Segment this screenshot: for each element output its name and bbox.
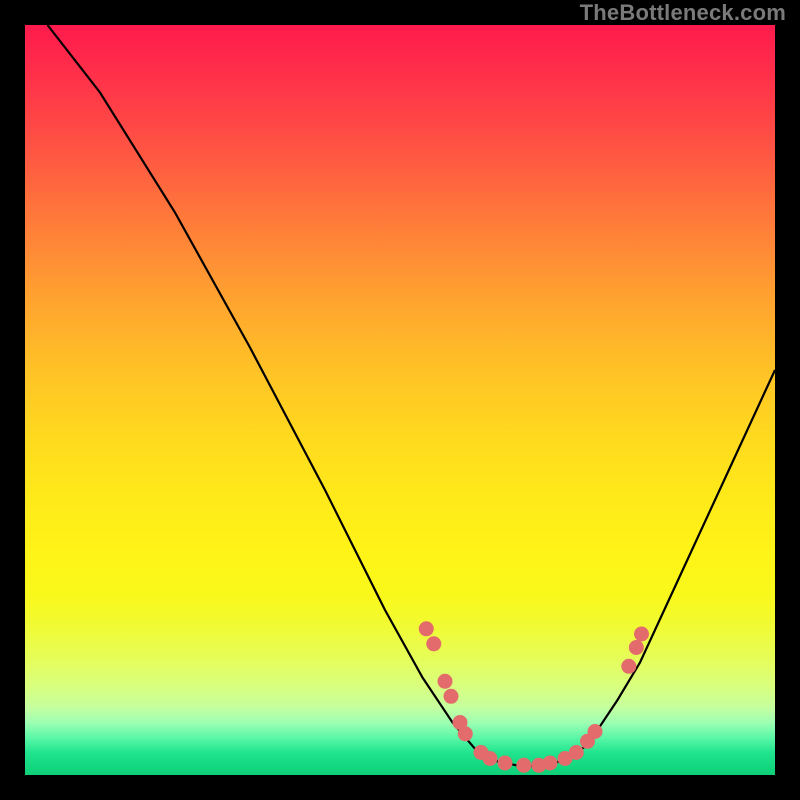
- data-marker: [629, 640, 644, 655]
- data-marker: [543, 756, 558, 771]
- data-marker: [426, 636, 441, 651]
- data-marker: [483, 751, 498, 766]
- watermark-text: TheBottleneck.com: [580, 0, 786, 26]
- data-markers: [419, 621, 649, 773]
- data-marker: [419, 621, 434, 636]
- chart-frame: TheBottleneck.com: [0, 0, 800, 800]
- plot-area: [25, 25, 775, 775]
- data-marker: [444, 689, 459, 704]
- data-marker: [498, 756, 513, 771]
- bottleneck-curve: [48, 25, 776, 766]
- data-marker: [621, 659, 636, 674]
- data-marker: [588, 724, 603, 739]
- data-marker: [458, 726, 473, 741]
- data-marker: [516, 758, 531, 773]
- data-marker: [634, 627, 649, 642]
- chart-svg: [25, 25, 775, 775]
- data-marker: [569, 745, 584, 760]
- data-marker: [438, 674, 453, 689]
